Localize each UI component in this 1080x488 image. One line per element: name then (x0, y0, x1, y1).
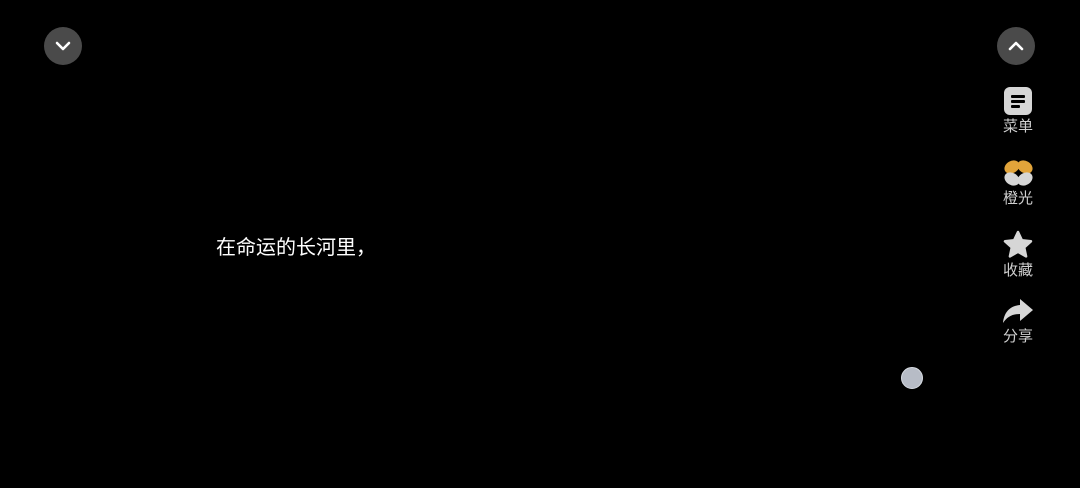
collapse-button[interactable] (44, 27, 82, 65)
favorite-label: 收藏 (1002, 261, 1033, 279)
menu-list-icon (1001, 84, 1035, 118)
share-label: 分享 (1002, 327, 1033, 345)
orange-light-label: 橙光 (1002, 189, 1033, 207)
subtitle-text: 在命运的长河里， (216, 235, 376, 259)
chevron-up-icon (1008, 41, 1024, 51)
menu-label: 菜单 (1002, 117, 1033, 135)
expand-button[interactable] (997, 27, 1035, 65)
floating-assist-button[interactable] (901, 367, 923, 389)
chevron-down-icon (55, 41, 71, 51)
favorite-button[interactable]: 收藏 (993, 228, 1043, 279)
share-arrow-icon (1001, 294, 1035, 328)
menu-button[interactable]: 菜单 (993, 84, 1043, 135)
orange-light-button[interactable]: 橙光 (993, 156, 1043, 207)
share-button[interactable]: 分享 (993, 294, 1043, 345)
star-icon (1001, 228, 1035, 262)
orange-light-logo-icon (1001, 156, 1035, 190)
